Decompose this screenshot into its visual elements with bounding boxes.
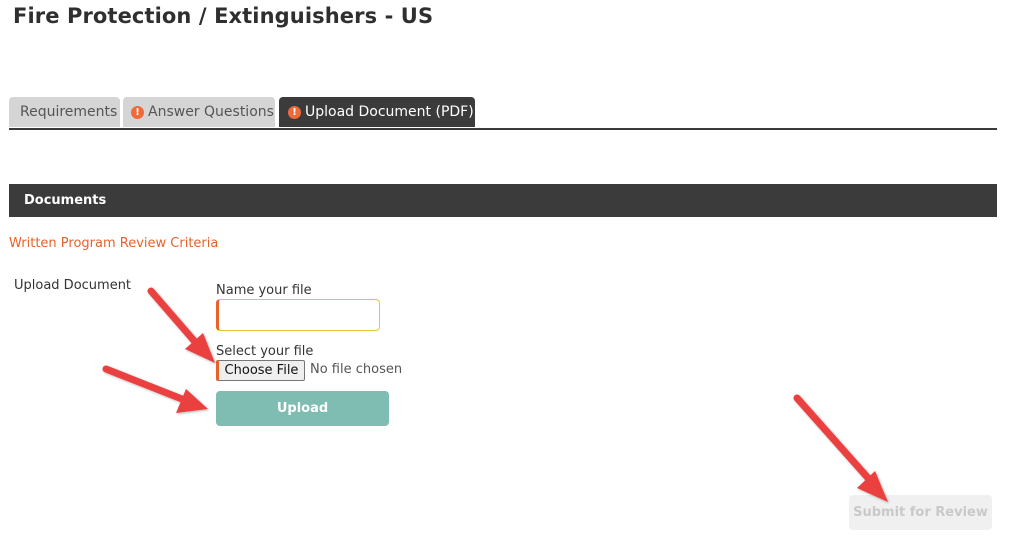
page-title: Fire Protection / Extinguishers - US: [13, 4, 434, 28]
review-criteria-link[interactable]: Written Program Review Criteria: [9, 236, 218, 251]
warning-icon: !: [131, 106, 144, 119]
documents-header: Documents: [9, 184, 997, 217]
tab-answer-questions[interactable]: ! Answer Questions: [123, 97, 275, 127]
arrow-to-submit-button-icon: [793, 394, 888, 502]
upload-document-label: Upload Document: [14, 278, 132, 293]
arrow-to-choose-file-icon: [147, 287, 215, 363]
name-file-label: Name your file: [216, 283, 312, 298]
annotation-arrows: [102, 287, 888, 502]
arrow-to-upload-button-icon: [102, 365, 208, 413]
tab-bar: Requirements ! Answer Questions ! Upload D…: [9, 97, 997, 130]
choose-file-button[interactable]: Choose File: [216, 360, 305, 381]
select-file-label: Select your file: [216, 344, 314, 359]
tab-answer-questions-label: Answer Questions: [148, 104, 274, 120]
file-name-input[interactable]: [216, 299, 380, 331]
tab-upload-document-label: Upload Document (PDF): [305, 104, 474, 120]
submit-for-review-button[interactable]: Submit for Review: [849, 495, 992, 530]
warning-icon: !: [288, 106, 301, 119]
tab-requirements[interactable]: Requirements: [9, 97, 120, 127]
tab-upload-document[interactable]: ! Upload Document (PDF): [279, 97, 475, 127]
no-file-chosen-text: No file chosen: [310, 362, 403, 377]
upload-button[interactable]: Upload: [216, 391, 389, 426]
tab-requirements-label: Requirements: [20, 104, 118, 120]
